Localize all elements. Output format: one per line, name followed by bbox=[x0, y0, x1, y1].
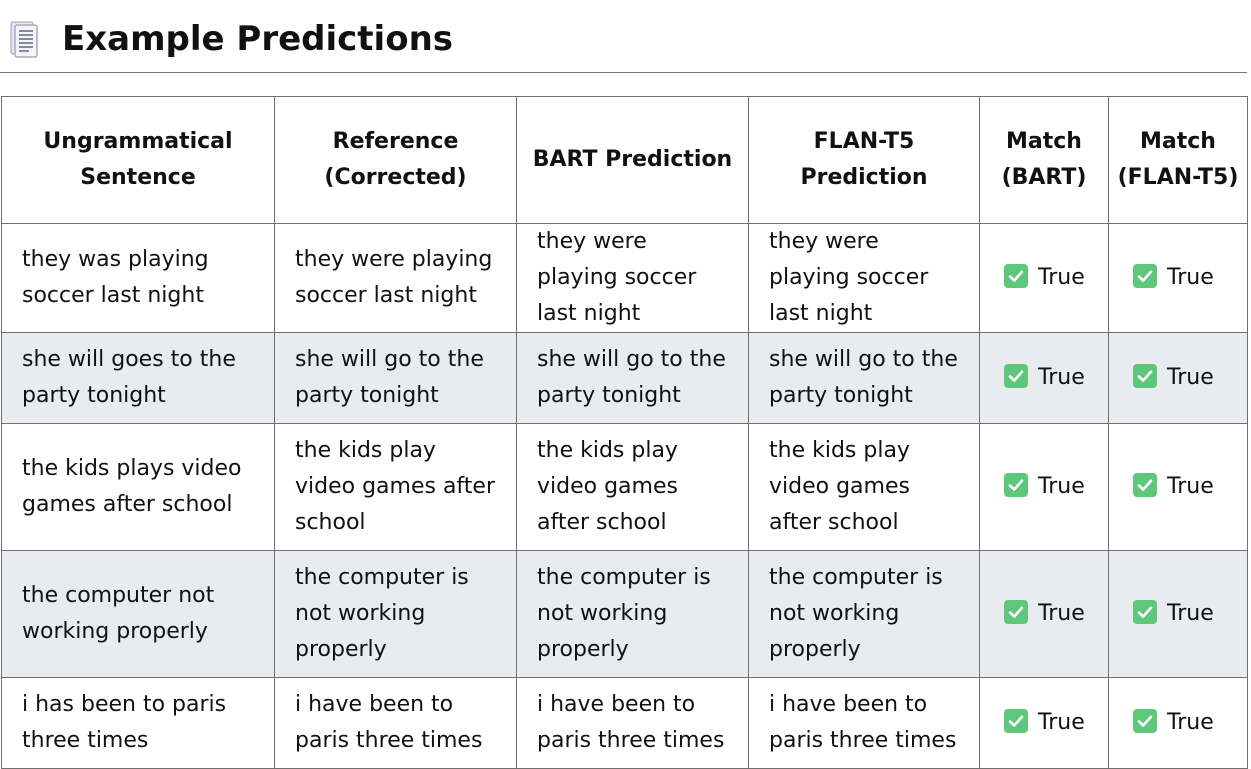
reference-cell: the kids play video games after school bbox=[274, 423, 517, 551]
match-value: True bbox=[1167, 365, 1214, 390]
table-row: she will goes to the party tonight she w… bbox=[1, 332, 1248, 424]
check-mark-icon bbox=[1133, 264, 1157, 288]
reference-cell: i have been to paris three times bbox=[274, 677, 517, 769]
match-bart-cell: True bbox=[979, 677, 1109, 769]
check-mark-icon bbox=[1004, 709, 1028, 733]
scroll-icon bbox=[9, 20, 39, 58]
check-mark-icon bbox=[1004, 364, 1028, 388]
match-value: True bbox=[1167, 601, 1214, 626]
ungrammatical-cell: i has been to paris three times bbox=[1, 677, 275, 769]
match-value: True bbox=[1038, 365, 1085, 390]
match-flan-cell: True bbox=[1108, 223, 1248, 333]
ungrammatical-cell: they was playing soccer last night bbox=[1, 223, 275, 333]
check-mark-icon bbox=[1133, 709, 1157, 733]
column-header: FLAN-T5 Prediction bbox=[748, 96, 980, 224]
bart-prediction-cell: she will go to the party tonight bbox=[516, 332, 749, 424]
check-mark-icon bbox=[1133, 364, 1157, 388]
table-header-row: Ungrammatical Sentence Reference (Correc… bbox=[1, 96, 1248, 224]
match-flan-cell: True bbox=[1108, 677, 1248, 769]
column-header: Ungrammatical Sentence bbox=[1, 96, 275, 224]
flan-prediction-cell: they were playing soccer last night bbox=[748, 223, 980, 333]
bart-prediction-cell: the kids play video games after school bbox=[516, 423, 749, 551]
match-bart-cell: True bbox=[979, 550, 1109, 678]
match-value: True bbox=[1038, 265, 1085, 290]
ungrammatical-cell: she will goes to the party tonight bbox=[1, 332, 275, 424]
match-value: True bbox=[1038, 601, 1085, 626]
predictions-table: Ungrammatical Sentence Reference (Correc… bbox=[1, 96, 1248, 769]
column-header: Match (BART) bbox=[979, 96, 1109, 224]
match-value: True bbox=[1167, 265, 1214, 290]
match-value: True bbox=[1167, 474, 1214, 499]
reference-cell: they were playing soccer last night bbox=[274, 223, 517, 333]
match-bart-cell: True bbox=[979, 423, 1109, 551]
bart-prediction-cell: i have been to paris three times bbox=[516, 677, 749, 769]
page-title: Example Predictions bbox=[62, 19, 454, 59]
flan-prediction-cell: the kids play video games after school bbox=[748, 423, 980, 551]
flan-prediction-cell: she will go to the party tonight bbox=[748, 332, 980, 424]
check-mark-icon bbox=[1133, 473, 1157, 497]
table-row: they was playing soccer last night they … bbox=[1, 223, 1248, 333]
ungrammatical-cell: the computer not working properly bbox=[1, 550, 275, 678]
page-header: Example Predictions bbox=[0, 0, 1247, 73]
table-row: the computer not working properly the co… bbox=[1, 550, 1248, 678]
table-row: the kids plays video games after school … bbox=[1, 423, 1248, 551]
check-mark-icon bbox=[1004, 264, 1028, 288]
match-flan-cell: True bbox=[1108, 423, 1248, 551]
match-bart-cell: True bbox=[979, 223, 1109, 333]
reference-cell: the computer is not working properly bbox=[274, 550, 517, 678]
column-header: Reference (Corrected) bbox=[274, 96, 517, 224]
table-row: i has been to paris three times i have b… bbox=[1, 677, 1248, 769]
bart-prediction-cell: they were playing soccer last night bbox=[516, 223, 749, 333]
check-mark-icon bbox=[1004, 600, 1028, 624]
match-bart-cell: True bbox=[979, 332, 1109, 424]
check-mark-icon bbox=[1004, 473, 1028, 497]
match-value: True bbox=[1167, 710, 1214, 735]
match-value: True bbox=[1038, 710, 1085, 735]
check-mark-icon bbox=[1133, 600, 1157, 624]
flan-prediction-cell: i have been to paris three times bbox=[748, 677, 980, 769]
column-header: Match (FLAN-T5) bbox=[1108, 96, 1248, 224]
match-value: True bbox=[1038, 474, 1085, 499]
match-flan-cell: True bbox=[1108, 332, 1248, 424]
flan-prediction-cell: the computer is not working properly bbox=[748, 550, 980, 678]
reference-cell: she will go to the party tonight bbox=[274, 332, 517, 424]
ungrammatical-cell: the kids plays video games after school bbox=[1, 423, 275, 551]
match-flan-cell: True bbox=[1108, 550, 1248, 678]
column-header: BART Prediction bbox=[516, 96, 749, 224]
bart-prediction-cell: the computer is not working properly bbox=[516, 550, 749, 678]
